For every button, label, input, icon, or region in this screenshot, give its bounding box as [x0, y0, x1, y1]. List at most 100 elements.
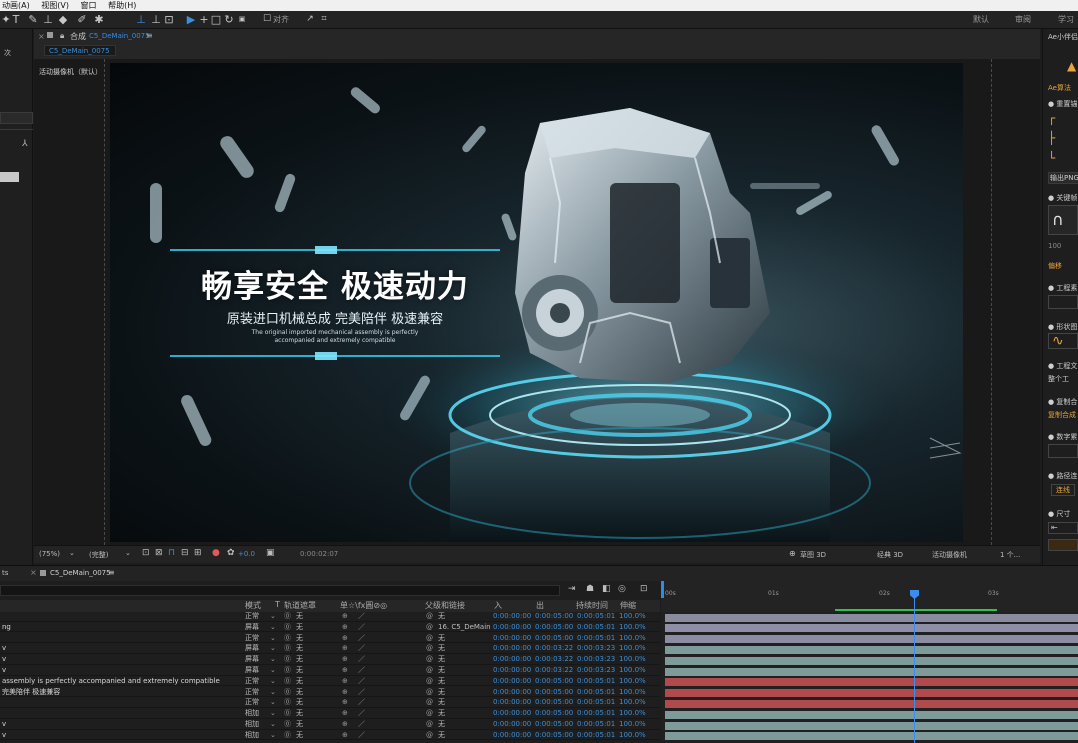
layer-stretch[interactable]: 100.0% — [619, 688, 646, 698]
layer-duration[interactable]: 0:00:05:01 — [577, 698, 615, 708]
render-queue-tab-fragment[interactable]: ts — [2, 569, 8, 577]
matte-source-icon[interactable]: ⓪ — [284, 688, 291, 698]
shy-switch-icon[interactable]: ⊕ — [342, 709, 348, 719]
pen-fx-icon[interactable]: ／ — [358, 612, 365, 622]
layer-stretch[interactable]: 100.0% — [619, 655, 646, 665]
renderer-dropdown[interactable]: 经典 3D — [877, 550, 903, 560]
parent-pickwhip-icon[interactable]: @ — [426, 677, 433, 687]
work-area-start-handle[interactable] — [661, 581, 664, 598]
layer-mode[interactable]: 正常 — [245, 698, 259, 708]
layer-mode[interactable]: 正常 — [245, 634, 259, 644]
connect-line-button[interactable]: 连线 — [1051, 484, 1075, 496]
mask-visibility-icon[interactable]: ⊓ — [168, 548, 175, 558]
layer-matte[interactable]: 无 — [296, 709, 303, 719]
layer-name[interactable]: ng — [2, 623, 11, 633]
layer-duration-bar[interactable] — [665, 732, 1078, 741]
layer-in[interactable]: 0:00:00:00 — [493, 634, 531, 644]
layer-stretch[interactable]: 100.0% — [619, 644, 646, 654]
layer-mode[interactable]: 屏幕 — [245, 623, 259, 633]
parent-pickwhip-icon[interactable]: @ — [426, 688, 433, 698]
text-tool-icon[interactable]: T — [10, 13, 22, 26]
layer-matte[interactable]: 无 — [296, 634, 303, 644]
layer-duration[interactable]: 0:00:05:01 — [577, 709, 615, 719]
layer-row[interactable]: ng 屏幕 无 16. C5_DeMain 0:00:00:00 0:00:05:00 0:… — [0, 623, 660, 633]
view-axis-icon[interactable]: ⊡ — [163, 13, 175, 26]
parent-pickwhip-icon[interactable]: @ — [426, 612, 433, 622]
pen-fx-icon[interactable]: ／ — [358, 634, 365, 644]
chevron-down-icon[interactable]: ⌄ — [270, 720, 276, 730]
chevron-down-icon[interactable]: ⌄ — [270, 623, 276, 633]
project-assets-field[interactable] — [1048, 295, 1078, 309]
layer-mode[interactable]: 正常 — [245, 688, 259, 698]
layer-parent[interactable]: 无 — [438, 677, 445, 687]
pen-fx-icon[interactable]: ／ — [358, 688, 365, 698]
roto-brush-tool-icon[interactable]: ✐ — [75, 13, 89, 26]
layer-out[interactable]: 0:00:05:00 — [535, 677, 573, 687]
matte-source-icon[interactable]: ⓪ — [284, 720, 291, 730]
rp-label-11[interactable]: 复制合成 — [1048, 410, 1076, 420]
zoom-chevron-icon[interactable]: ⌄ — [69, 549, 75, 557]
parent-pickwhip-icon[interactable]: @ — [426, 655, 433, 665]
matte-source-icon[interactable]: ⓪ — [284, 677, 291, 687]
layer-out[interactable]: 0:00:03:22 — [535, 666, 573, 676]
layer-row[interactable]: assembly is perfectly accompanied and ex… — [0, 677, 660, 687]
layer-out[interactable]: 0:00:05:00 — [535, 688, 573, 698]
current-timecode[interactable]: 0:00:02:07 — [300, 550, 338, 558]
layer-in[interactable]: 0:00:00:00 — [493, 644, 531, 654]
layer-parent[interactable]: 无 — [438, 666, 445, 676]
layer-mode[interactable]: 正常 — [245, 612, 259, 622]
layer-duration[interactable]: 0:00:05:01 — [577, 720, 615, 730]
draft-3d-icon[interactable]: ⊕ — [789, 549, 796, 558]
layer-parent[interactable]: 无 — [438, 644, 445, 654]
parent-pickwhip-icon[interactable]: @ — [426, 634, 433, 644]
layer-row[interactable]: 正常 无 无 0:00:00:00 0:00:05:00 0:00:05:01 100.0%… — [0, 612, 660, 622]
layer-duration[interactable]: 0:00:03:23 — [577, 644, 615, 654]
matte-source-icon[interactable]: ⓪ — [284, 644, 291, 654]
layer-name[interactable]: v — [2, 655, 6, 665]
chevron-down-icon[interactable]: ⌄ — [270, 698, 276, 708]
hand-tool-icon[interactable]: + — [198, 13, 210, 26]
layer-out[interactable]: 0:00:05:00 — [535, 612, 573, 622]
layer-name[interactable]: assembly is perfectly accompanied and ex… — [2, 677, 220, 687]
layer-stretch[interactable]: 100.0% — [619, 623, 646, 633]
draft-icon[interactable]: ⇥ — [568, 584, 576, 594]
chevron-down-icon[interactable]: ⌄ — [270, 677, 276, 687]
layer-in[interactable]: 0:00:00:00 — [493, 709, 531, 719]
layer-mode[interactable]: 屏幕 — [245, 644, 259, 654]
safe-margins-icon[interactable]: ⊞ — [194, 548, 202, 558]
puppet-tool-icon[interactable]: ✱ — [93, 13, 105, 26]
layer-row[interactable]: 完美陪伴 极速兼容 正常 无 无 0:00:00:00 0:00:05:00 0:00:05… — [0, 688, 660, 698]
shy-switch-icon[interactable]: ⊕ — [342, 634, 348, 644]
layer-parent[interactable]: 16. C5_DeMain — [438, 623, 491, 633]
layer-matte[interactable]: 无 — [296, 655, 303, 665]
layer-stretch[interactable]: 100.0% — [619, 709, 646, 719]
exposure-reset-icon[interactable]: ✿ — [227, 548, 235, 558]
snapshot-camera-icon[interactable]: ▣ — [266, 548, 275, 558]
layer-matte[interactable]: 无 — [296, 612, 303, 622]
layer-mode[interactable]: 相加 — [245, 720, 259, 730]
layer-mode[interactable]: 相加 — [245, 731, 259, 741]
layer-in[interactable]: 0:00:00:00 — [493, 698, 531, 708]
matte-source-icon[interactable]: ⓪ — [284, 731, 291, 741]
layer-mode[interactable]: 屏幕 — [245, 655, 259, 665]
timeline-tab-label[interactable]: C5_DeMain_0075 — [50, 569, 111, 577]
matte-source-icon[interactable]: ⓪ — [284, 666, 291, 676]
workspace-learn[interactable]: 学习 — [1058, 14, 1074, 25]
layer-in[interactable]: 0:00:00:00 — [493, 612, 531, 622]
pen-fx-icon[interactable]: ／ — [358, 709, 365, 719]
shy-switch-icon[interactable]: ⊕ — [342, 612, 348, 622]
layer-duration-bar[interactable] — [665, 624, 1078, 633]
layer-out[interactable]: 0:00:05:00 — [535, 634, 573, 644]
layer-parent[interactable]: 无 — [438, 698, 445, 708]
layer-row[interactable]: v 相加 无 无 0:00:00:00 0:00:05:00 0:00:05:01 100.0… — [0, 720, 660, 730]
layer-duration-bar[interactable] — [665, 667, 1078, 676]
shape-wave-icon[interactable]: ∿ — [1048, 333, 1078, 349]
layer-row[interactable]: 相加 无 无 0:00:00:00 0:00:05:00 0:00:05:01 100.0%… — [0, 709, 660, 719]
layer-row[interactable]: v 屏幕 无 无 0:00:00:00 0:00:03:22 0:00:03:23 100.0… — [0, 655, 660, 665]
pen-fx-icon[interactable]: ／ — [358, 731, 365, 741]
layer-stretch[interactable]: 100.0% — [619, 720, 646, 730]
layer-out[interactable]: 0:00:05:00 — [535, 709, 573, 719]
matte-source-icon[interactable]: ⓪ — [284, 655, 291, 665]
comp-tab-name[interactable]: C5_DeMain_0075 — [89, 32, 150, 40]
layer-duration-bar[interactable] — [665, 689, 1078, 698]
